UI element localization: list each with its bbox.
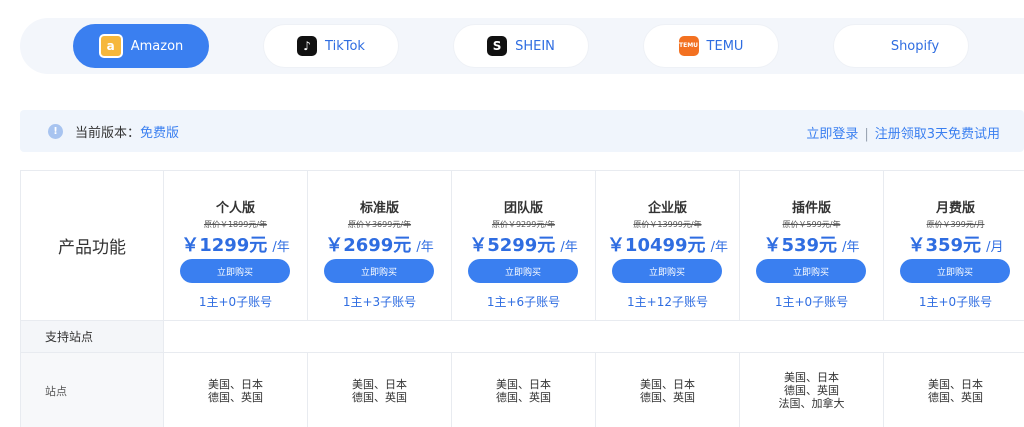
- site-line: 德国、英国: [496, 390, 551, 404]
- site-line: 德国、英国: [352, 390, 407, 404]
- plan-accounts: 1主+0子账号: [198, 295, 273, 309]
- pricing-table: 产品功能 支持站点 站点 美国、日本 德国、英国 美国、日本 德国、英国 美国、日本 德国…: [20, 170, 1024, 427]
- plan-price-unit: /年: [416, 240, 434, 255]
- section-row: 支持站点: [21, 321, 1024, 353]
- sites-label: 站点: [21, 353, 164, 427]
- buy-now-button[interactable]: 立即购买: [324, 259, 434, 283]
- plan-price-amount: ￥2699元: [325, 235, 412, 256]
- plan-price-unit: /年: [560, 240, 578, 255]
- plan-price-amount: ￥5299元: [469, 235, 556, 256]
- plan-price: ￥2699元 /年: [308, 231, 451, 257]
- link-separator: |: [864, 127, 869, 142]
- plan-accounts: 1主+12子账号: [627, 295, 708, 309]
- buy-now-button[interactable]: 立即购买: [612, 259, 722, 283]
- plan-price: ￥539元 /年: [740, 231, 883, 257]
- plan-column: 企业版 原价￥13999元/年 ￥10499元 /年 立即购买 1主+12子账号: [596, 171, 740, 321]
- sites-cell: 美国、日本 德国、英国: [164, 353, 308, 427]
- plan-price-unit: /年: [842, 240, 860, 255]
- plan-price: ￥359元 /月: [884, 231, 1024, 257]
- plan-column: 个人版 原价￥1899元/年 ￥1299元 /年 立即购买 1主+0子账号: [164, 171, 308, 321]
- section-label: 支持站点: [21, 321, 164, 352]
- version-label: 当前版本：: [75, 125, 141, 141]
- sites-cell: 美国、日本 德国、英国: [452, 353, 596, 427]
- site-line: 美国、日本: [784, 371, 839, 384]
- plan-price: ￥10499元 /年: [596, 231, 739, 257]
- platform-tab-amazon[interactable]: a Amazon: [73, 24, 209, 68]
- plan-original-price: 原价￥399元/月: [926, 220, 985, 229]
- plan-original-price: 原价￥9299元/年: [491, 220, 556, 229]
- plan-price: ￥5299元 /年: [452, 231, 595, 257]
- plan-accounts: 1主+0子账号: [918, 295, 993, 309]
- plan-column: 月费版 原价￥399元/月 ￥359元 /月 立即购买 1主+0子账号: [884, 171, 1024, 321]
- site-line: 德国、英国: [208, 390, 263, 404]
- plan-name: 团队版: [503, 201, 543, 216]
- plan-name: 个人版: [215, 201, 255, 216]
- shein-icon: S: [487, 36, 508, 56]
- platform-tab-label: SHEIN: [515, 38, 555, 54]
- site-line: 美国、日本: [640, 377, 695, 391]
- plan-name: 月费版: [935, 201, 975, 216]
- version-bar: ! 当前版本： 免费版 立即登录 | 注册领取3天免费试用: [20, 110, 1024, 152]
- version-value: 免费版: [140, 125, 180, 141]
- plan-price-unit: /年: [710, 240, 729, 255]
- plan-price-unit: /年: [272, 240, 290, 255]
- plan-price-unit: /月: [986, 240, 1004, 255]
- plan-original-price: 原价￥1899元/年: [203, 220, 268, 229]
- platform-tab-temu[interactable]: TEMU TEMU: [643, 24, 779, 68]
- platform-tab-label: Shopify: [890, 38, 940, 54]
- site-line: 德国、英国: [928, 390, 983, 404]
- plan-price-amount: ￥1299元: [181, 235, 268, 256]
- site-line: 德国、英国: [784, 384, 839, 397]
- plan-price-amount: ￥359元: [907, 235, 982, 256]
- plan-accounts: 1主+6子账号: [486, 295, 561, 309]
- plan-original-price: 原价￥13999元/年: [633, 220, 702, 229]
- tiktok-icon: ♪: [297, 36, 318, 56]
- buy-now-button[interactable]: 立即购买: [468, 259, 578, 283]
- site-line: 德国、英国: [640, 390, 695, 404]
- feature-header: 产品功能: [21, 171, 164, 321]
- site-line: 美国、日本: [928, 377, 983, 391]
- platform-tab-shopify[interactable]: 🛍 Shopify: [833, 24, 969, 68]
- platform-tab-tiktok[interactable]: ♪ TikTok: [263, 24, 399, 68]
- plan-name: 标准版: [359, 201, 399, 216]
- plan-original-price: 原价￥599元/年: [782, 220, 841, 229]
- shopify-icon: 🛍: [865, 39, 881, 53]
- plan-accounts: 1主+3子账号: [342, 295, 417, 309]
- temu-icon: TEMU: [678, 36, 699, 56]
- amazon-icon: a: [98, 34, 123, 58]
- plan-price-amount: ￥10499元: [606, 235, 706, 256]
- sites-row: 站点 美国、日本 德国、英国 美国、日本 德国、英国 美国、日本 德国、英国 美国、日本 德国…: [21, 353, 1024, 427]
- plan-name: 插件版: [791, 201, 831, 216]
- site-line: 美国、日本: [352, 377, 407, 391]
- free-trial-link[interactable]: 注册领取3天免费试用: [875, 127, 1000, 142]
- platform-tab-label: TikTok: [325, 38, 365, 54]
- plan-price-amount: ￥539元: [763, 235, 838, 256]
- plan-name: 企业版: [647, 201, 687, 216]
- platform-tab-label: Amazon: [130, 38, 184, 54]
- site-line: 美国、日本: [496, 377, 551, 391]
- buy-now-button[interactable]: 立即购买: [900, 259, 1010, 283]
- sites-cell: 美国、日本 德国、英国: [884, 353, 1024, 427]
- plan-column: 标准版 原价￥3699元/年 ￥2699元 /年 立即购买 1主+3子账号: [308, 171, 452, 321]
- plan-original-price: 原价￥3699元/年: [347, 220, 412, 229]
- version-links: 立即登录 | 注册领取3天免费试用: [806, 123, 1000, 142]
- plan-price: ￥1299元 /年: [164, 231, 307, 257]
- plan-column: 插件版 原价￥599元/年 ￥539元 /年 立即购买 1主+0子账号: [740, 171, 884, 321]
- site-line: 美国、日本: [208, 377, 263, 391]
- sites-cell: 美国、日本 德国、英国: [308, 353, 452, 427]
- site-line: 法国、加拿大: [778, 397, 845, 410]
- plan-accounts: 1主+0子账号: [774, 295, 849, 309]
- plan-column: 团队版 原价￥9299元/年 ￥5299元 /年 立即购买 1主+6子账号: [452, 171, 596, 321]
- platform-tab-label: TEMU: [706, 38, 744, 54]
- sites-cell: 美国、日本 德国、英国: [596, 353, 740, 427]
- buy-now-button[interactable]: 立即购买: [756, 259, 866, 283]
- platform-tab-bar: a Amazon ♪ TikTok S SHEIN TEMU TEMU 🛍 Shopify: [20, 18, 1024, 74]
- buy-now-button[interactable]: 立即购买: [180, 259, 290, 283]
- info-icon: !: [48, 123, 63, 139]
- platform-tab-shein[interactable]: S SHEIN: [453, 24, 589, 68]
- sites-cell: 美国、日本 德国、英国 法国、加拿大: [740, 353, 884, 427]
- login-link[interactable]: 立即登录: [806, 127, 858, 142]
